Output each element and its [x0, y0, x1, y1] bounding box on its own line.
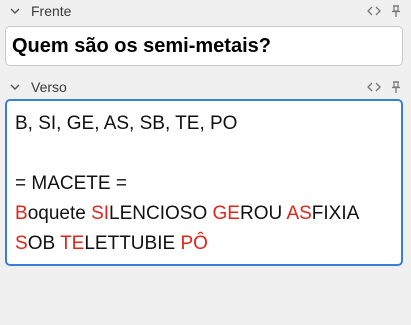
back-segment-highlight: B: [15, 203, 28, 224]
back-line-empty: [15, 139, 401, 169]
back-segment: LETTUBIE: [84, 233, 181, 254]
front-field-text: Quem são os semi-metais?: [12, 35, 271, 57]
back-field-header[interactable]: Verso: [0, 76, 411, 98]
back-line: = MACETE =: [15, 169, 401, 199]
back-segment: ROU: [239, 203, 287, 224]
pin-icon[interactable]: [389, 80, 403, 94]
front-field-editor[interactable]: Quem são os semi-metais?: [5, 26, 403, 66]
html-editor-icon[interactable]: [367, 80, 381, 94]
back-segment-highlight: SI: [91, 203, 110, 224]
back-segment-highlight: AS: [286, 203, 312, 224]
back-segment: FIXIA: [311, 203, 360, 224]
back-segment-highlight: PÔ: [180, 233, 208, 254]
back-line: Boquete SILENCIOSO GEROU ASFIXIA: [15, 199, 401, 229]
back-segment-highlight: TE: [60, 233, 85, 254]
back-field: Verso: [0, 76, 411, 98]
back-segment: oquete: [27, 203, 92, 224]
pin-icon[interactable]: [389, 4, 403, 18]
chevron-down-icon[interactable]: [10, 7, 20, 15]
front-field-label: Frente: [31, 3, 72, 19]
back-segment-highlight: S: [15, 233, 28, 254]
back-line: B, SI, GE, AS, SB, TE, PO: [15, 109, 401, 139]
front-field-header[interactable]: Frente: [0, 0, 411, 22]
back-segment: B, SI, GE, AS, SB, TE, PO: [15, 113, 238, 134]
back-segment: OB: [27, 233, 61, 254]
front-field-actions: [367, 4, 403, 18]
back-field-actions: [367, 80, 403, 94]
back-field-label: Verso: [31, 79, 67, 95]
back-segment-highlight: GE: [212, 203, 240, 224]
front-field: Frente: [0, 0, 411, 22]
chevron-down-icon[interactable]: [10, 83, 20, 91]
back-segment: = MACETE =: [15, 173, 127, 194]
back-field-editor[interactable]: B, SI, GE, AS, SB, TE, PO = MACETE = Boq…: [5, 99, 403, 266]
html-editor-icon[interactable]: [367, 4, 381, 18]
back-line: SOB TELETTUBIE PÔ: [15, 229, 401, 259]
back-segment: LENCIOSO: [109, 203, 213, 224]
